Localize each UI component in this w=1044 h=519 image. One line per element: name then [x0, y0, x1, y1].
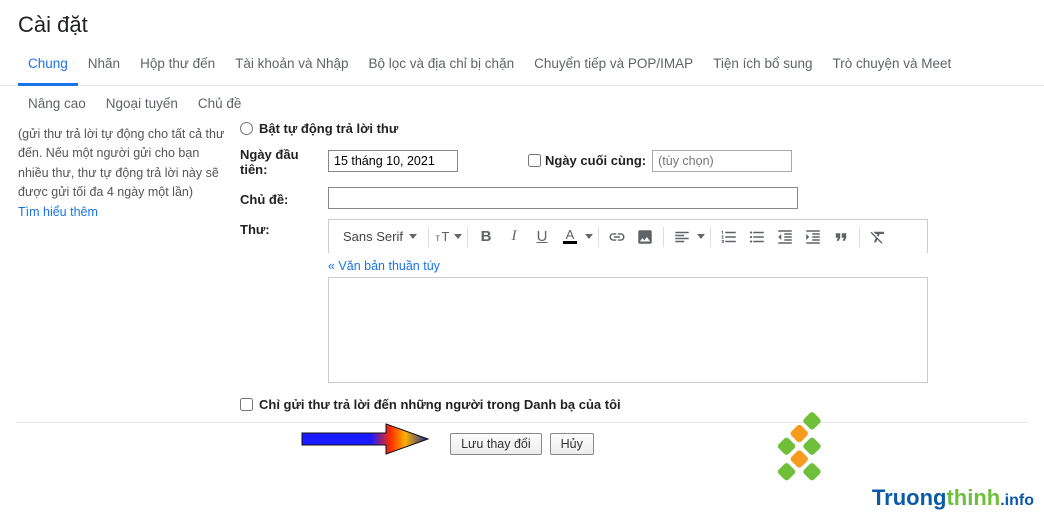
svg-text:т: т	[436, 232, 441, 243]
link-button[interactable]	[604, 224, 630, 250]
last-day-label: Ngày cuối cùng:	[545, 153, 646, 168]
first-day-label: Ngày đầu tiên:	[240, 144, 328, 177]
description-text: (gửi thư trả lời tự động cho tất cả thư …	[18, 127, 224, 199]
bold-button[interactable]: B	[473, 224, 499, 250]
subject-input[interactable]	[328, 187, 798, 209]
compose-toolbar: Sans Serif тT B I U A	[328, 219, 928, 253]
section-description: (gửi thư trả lời tự động cho tất cả thư …	[16, 121, 240, 412]
italic-button[interactable]: I	[501, 224, 527, 250]
watermark: Truongthinh.info	[778, 425, 1034, 511]
tab-bo-loc[interactable]: Bộ lọc và địa chỉ bị chặn	[359, 46, 525, 85]
clear-format-button[interactable]	[865, 224, 891, 250]
annotation-arrow-icon	[300, 421, 430, 457]
watermark-logo-icon	[764, 411, 860, 507]
tab-tien-ich[interactable]: Tiện ích bổ sung	[703, 46, 822, 85]
font-size-button[interactable]: тT	[434, 224, 462, 250]
subject-label: Chủ đề:	[240, 189, 328, 207]
first-day-input[interactable]	[328, 150, 458, 172]
tab-tai-khoan-nhap[interactable]: Tài khoản và Nhập	[225, 46, 358, 85]
enable-autoreply-label: Bật tự động trả lời thư	[259, 121, 398, 136]
contacts-only-label: Chỉ gửi thư trả lời đến những người tron…	[259, 397, 621, 412]
svg-text:T: T	[442, 228, 450, 243]
indent-less-button[interactable]	[772, 224, 798, 250]
body-label: Thư:	[240, 219, 328, 237]
enable-autoreply-radio[interactable]	[240, 122, 253, 135]
tabs-row-1: Chung Nhãn Hộp thư đến Tài khoản và Nhập…	[0, 46, 1044, 86]
tab-chung[interactable]: Chung	[18, 46, 78, 86]
chevron-down-icon	[697, 234, 705, 239]
chevron-down-icon	[409, 234, 417, 239]
last-day-input[interactable]	[652, 150, 792, 172]
tab-nang-cao[interactable]: Nâng cao	[18, 86, 96, 121]
compose-body[interactable]	[328, 277, 928, 383]
tab-pop-imap[interactable]: Chuyển tiếp và POP/IMAP	[524, 46, 703, 85]
chevron-down-icon	[454, 234, 462, 239]
cancel-button[interactable]: Hủy	[550, 433, 594, 455]
align-button[interactable]	[669, 224, 695, 250]
image-button[interactable]	[632, 224, 658, 250]
bullet-list-button[interactable]	[744, 224, 770, 250]
font-family-select[interactable]: Sans Serif	[335, 224, 423, 250]
quote-button[interactable]	[828, 224, 854, 250]
underline-button[interactable]: U	[529, 224, 555, 250]
tabs-row-2: Nâng cao Ngoại tuyến Chủ đề	[0, 86, 1044, 121]
last-day-checkbox[interactable]	[528, 154, 541, 167]
indent-more-button[interactable]	[800, 224, 826, 250]
tab-hop-thu-den[interactable]: Hộp thư đến	[130, 46, 225, 85]
plain-text-link[interactable]: « Văn bản thuần túy	[328, 259, 440, 273]
tab-meet[interactable]: Trò chuyện và Meet	[822, 46, 961, 85]
tab-ngoai-tuyen[interactable]: Ngoại tuyến	[96, 86, 188, 121]
save-button[interactable]: Lưu thay đổi	[450, 433, 542, 455]
tab-nhan[interactable]: Nhãn	[78, 46, 130, 85]
watermark-text: Truongthinh.info	[872, 485, 1034, 511]
contacts-only-checkbox[interactable]	[240, 398, 253, 411]
font-family-name: Sans Serif	[343, 229, 403, 244]
numbered-list-button[interactable]	[716, 224, 742, 250]
tab-chu-de[interactable]: Chủ đề	[188, 86, 252, 121]
chevron-down-icon	[585, 234, 593, 239]
text-color-button[interactable]: A	[557, 224, 583, 250]
page-title: Cài đặt	[0, 0, 1044, 46]
learn-more-link[interactable]: Tìm hiểu thêm	[18, 205, 98, 219]
